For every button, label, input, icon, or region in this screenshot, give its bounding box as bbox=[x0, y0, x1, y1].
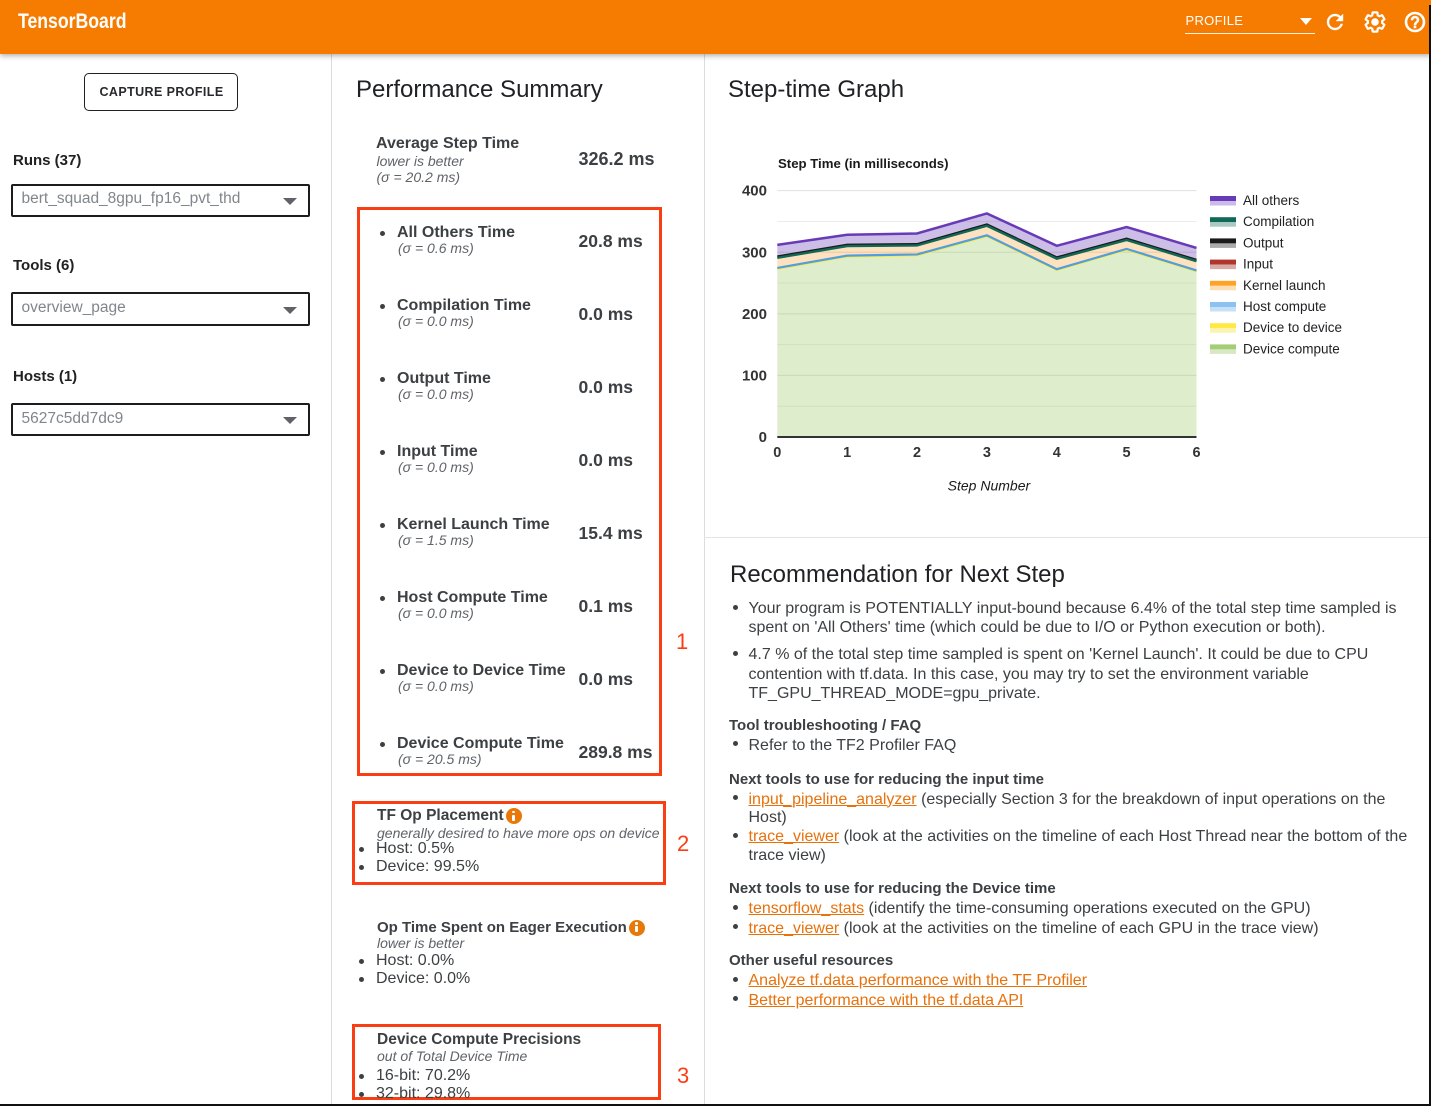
svg-text:Device compute: Device compute bbox=[1243, 341, 1340, 356]
svg-text:All others: All others bbox=[1243, 193, 1300, 208]
svg-text:Step Time (in milliseconds): Step Time (in milliseconds) bbox=[778, 156, 949, 171]
svg-text:0: 0 bbox=[773, 445, 781, 461]
svg-text:4: 4 bbox=[1053, 445, 1061, 461]
svg-text:100: 100 bbox=[742, 367, 767, 384]
svg-text:5: 5 bbox=[1123, 445, 1131, 461]
svg-text:Device to device: Device to device bbox=[1243, 320, 1342, 335]
svg-text:3: 3 bbox=[983, 445, 991, 461]
svg-text:Compilation: Compilation bbox=[1243, 214, 1314, 229]
svg-text:6: 6 bbox=[1192, 445, 1200, 461]
svg-text:300: 300 bbox=[742, 244, 767, 261]
svg-text:Output: Output bbox=[1243, 235, 1284, 250]
svg-text:1: 1 bbox=[843, 445, 851, 461]
svg-text:400: 400 bbox=[742, 183, 767, 200]
svg-text:Input: Input bbox=[1243, 257, 1273, 272]
svg-text:0: 0 bbox=[759, 429, 767, 446]
svg-text:Kernel launch: Kernel launch bbox=[1243, 278, 1326, 293]
svg-text:Step Number: Step Number bbox=[948, 478, 1032, 494]
svg-text:2: 2 bbox=[913, 445, 921, 461]
svg-text:200: 200 bbox=[742, 306, 767, 323]
svg-text:Host compute: Host compute bbox=[1243, 299, 1326, 314]
